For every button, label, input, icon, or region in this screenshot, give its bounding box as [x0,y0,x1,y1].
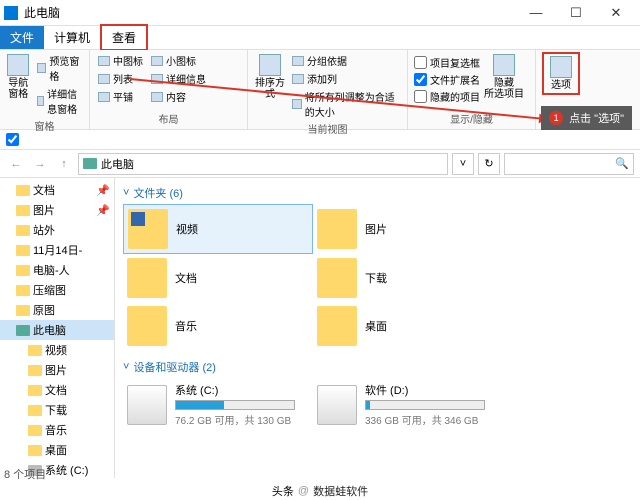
pin-icon: 📌 [96,204,110,217]
annotation-text: 点击 "选项" [569,110,624,126]
layout-tiles[interactable]: 平铺 [96,88,145,105]
folder-icon [28,445,42,456]
tree-item[interactable]: 电脑-人 [0,260,114,280]
folder-icon [16,205,30,216]
add-column-item[interactable]: 添加列 [290,70,401,87]
preview-icon [37,63,47,73]
tab-computer[interactable]: 计算机 [44,26,100,49]
tree-item[interactable]: 11月14日- [0,240,114,260]
folder-item[interactable]: 图片 [313,204,503,254]
folder-item[interactable]: 桌面 [313,302,503,350]
pc-icon [83,158,97,169]
check-extensions[interactable]: 文件扩展名 [414,72,480,87]
tree-item[interactable]: 桌面 [0,440,114,460]
tree-item[interactable]: 此电脑 [0,320,114,340]
minimize-button[interactable]: — [516,0,556,26]
options-icon [550,56,572,78]
group-panes-label: 窗格 [6,117,83,134]
folder-thumb [127,258,167,298]
check-hidden[interactable]: 隐藏的项目 [414,89,480,104]
close-button[interactable]: ✕ [596,0,636,26]
folder-icon [16,225,30,236]
nav-back[interactable]: ← [6,154,26,174]
group-by-item[interactable]: 分组依据 [290,52,401,69]
layout-content[interactable]: 内容 [149,88,208,105]
folder-thumb [317,306,357,346]
folder-icon [28,345,42,356]
folder-thumb [127,306,167,346]
annotation-tooltip: 1 点击 "选项" [541,106,632,130]
options-button[interactable]: 选项 [542,52,580,95]
pin-icon: 📌 [96,184,110,197]
folder-icon [16,325,30,336]
folder-thumb [128,209,168,249]
tab-file[interactable]: 文件 [0,26,44,49]
drive-item[interactable]: 系统 (C:)76.2 GB 可用，共 130 GB [123,378,313,431]
nav-forward[interactable]: → [30,154,50,174]
folder-icon [16,285,30,296]
tree-item[interactable]: 图片📌 [0,200,114,220]
tree-item[interactable]: 音乐 [0,420,114,440]
tab-view[interactable]: 查看 [100,24,148,51]
tree-item[interactable]: 视频 [0,340,114,360]
folder-thumb [317,209,357,249]
folder-icon [16,185,30,196]
layout-small[interactable]: 小图标 [149,52,208,69]
preview-pane-item[interactable]: 预览窗格 [35,52,83,84]
drive-item[interactable]: 软件 (D:)336 GB 可用，共 346 GB [313,378,503,431]
hide-selected-button[interactable]: 隐藏 所选项目 [484,52,524,100]
tree-item[interactable]: 图片 [0,360,114,380]
tree-item[interactable]: 站外 [0,220,114,240]
folder-icon [28,425,42,436]
tree-item[interactable]: 下载 [0,400,114,420]
folder-icon [28,385,42,396]
tree-item[interactable]: 压缩图 [0,280,114,300]
tree-item[interactable]: 原图 [0,300,114,320]
sort-icon [259,54,281,76]
section-folders-header[interactable]: ˅ 文件夹 (6) [123,182,632,204]
section-drives-header[interactable]: ˅ 设备和驱动器 (2) [123,356,632,378]
nav-up[interactable]: ↑ [54,154,74,174]
nav-pane-icon [7,54,29,76]
search-box[interactable]: 🔍 [504,153,634,175]
tree-item[interactable]: 文档📌 [0,180,114,200]
folder-thumb [317,258,357,298]
watermark: 头条 @ 数据蛙软件 [0,482,640,500]
folder-icon [16,245,30,256]
address-path: 此电脑 [101,156,134,172]
drive-icon [127,385,167,425]
status-bar: 8 个项目 [4,466,46,482]
annotation-step-number: 1 [549,111,563,125]
app-icon [4,6,18,20]
address-dropdown[interactable]: ˅ [452,153,474,175]
folder-icon [16,305,30,316]
folder-item[interactable]: 视频 [123,204,313,254]
folder-item[interactable]: 音乐 [123,302,313,350]
search-icon: 🔍 [615,157,629,170]
maximize-button[interactable]: ☐ [556,0,596,26]
layout-medium[interactable]: 中图标 [96,52,145,69]
drive-icon [317,385,357,425]
folder-icon [28,365,42,376]
address-box[interactable]: 此电脑 [78,153,448,175]
details-pane-item[interactable]: 详细信息窗格 [35,85,83,117]
folder-item[interactable]: 文档 [123,254,313,302]
refresh-button[interactable]: ↻ [478,153,500,175]
nav-tree[interactable]: 文档📌图片📌站外11月14日-电脑-人压缩图原图此电脑视频图片文档下载音乐桌面系… [0,178,115,478]
folder-item[interactable]: 下载 [313,254,503,302]
select-all-check[interactable] [6,133,19,146]
folder-icon [28,405,42,416]
window-title: 此电脑 [24,4,516,21]
tree-item[interactable]: 文档 [0,380,114,400]
hide-icon [493,54,515,76]
folder-icon [16,265,30,276]
group-currentview-label: 当前视图 [254,120,401,137]
nav-pane-button[interactable]: 导航窗格 [6,52,31,100]
details-icon [37,96,45,106]
group-layout-label: 布局 [96,110,241,127]
check-itembox[interactable]: 项目复选框 [414,55,480,70]
